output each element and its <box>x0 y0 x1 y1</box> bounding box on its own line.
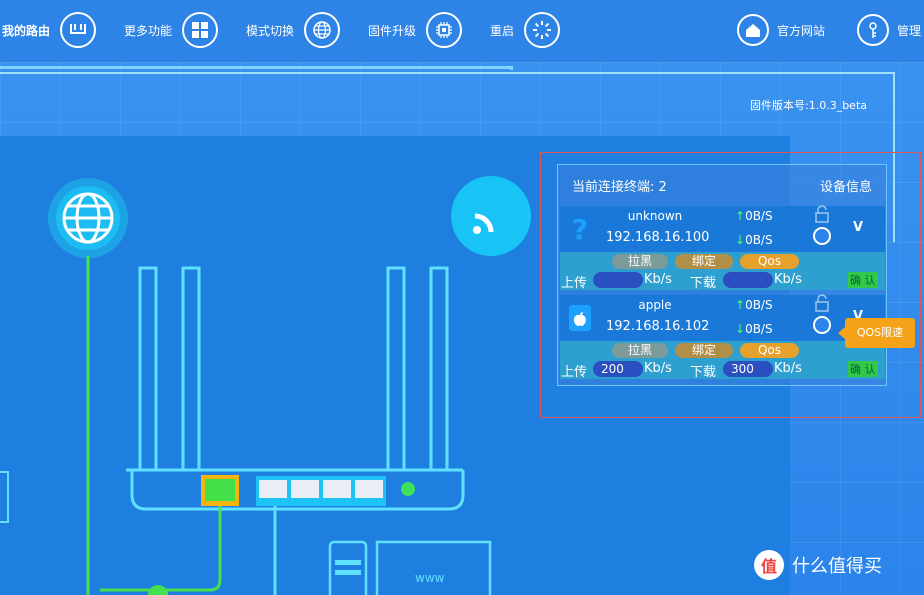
question-icon: ? <box>571 212 589 246</box>
unit-label: Kb/s <box>774 272 802 287</box>
upload-limit-input[interactable]: 200 <box>593 361 643 377</box>
arrow-up-icon: ↑ <box>735 298 746 312</box>
download-label: 下载 <box>690 365 717 380</box>
confirm-button[interactable]: 确 认 <box>848 272 878 288</box>
device-ip: 192.168.16.102 <box>606 319 710 334</box>
device-row: apple 192.168.16.102 ↑0B/S ↓0B/S V <box>560 293 885 341</box>
device-name: unknown <box>627 209 683 223</box>
qos-button[interactable]: Qos <box>740 343 799 358</box>
watermark-text: 什么值得买 <box>792 556 882 577</box>
www-label: www <box>415 571 445 585</box>
upload-speed: ↑0B/S <box>735 298 773 312</box>
upload-limit-input[interactable] <box>593 272 643 288</box>
unit-label: Kb/s <box>644 272 672 287</box>
arrow-down-icon: ↓ <box>735 233 746 247</box>
block-button[interactable]: 拉黑 <box>612 343 668 358</box>
bind-button[interactable]: 绑定 <box>675 254 733 269</box>
connected-count: 当前连接终端: 2 <box>572 180 667 195</box>
device-ip: 192.168.16.100 <box>606 230 710 245</box>
upload-speed: ↑0B/S <box>735 209 773 223</box>
unit-label: Kb/s <box>774 361 802 376</box>
arrow-down-icon: ↓ <box>735 322 746 336</box>
apple-icon <box>560 295 600 341</box>
upload-label: 上传 <box>561 276 588 291</box>
device-row: ? unknown 192.168.16.100 ↑0B/S ↓0B/S V <box>560 204 885 252</box>
arrow-up-icon: ↑ <box>735 209 746 223</box>
download-label: 下载 <box>690 276 717 291</box>
qos-tooltip: QOS限速 <box>838 318 915 348</box>
watermark-badge: 值 <box>754 550 784 580</box>
device-controls: 拉黑 绑定 Qos 上传 200 Kb/s 下载 300 Kb/s 确 认 <box>560 341 885 380</box>
block-button[interactable]: 拉黑 <box>612 254 668 269</box>
download-speed: ↓0B/S <box>735 233 773 247</box>
device-v-mark: V <box>853 220 864 235</box>
settings-ring-icon[interactable] <box>813 316 831 334</box>
upload-label: 上传 <box>561 365 588 380</box>
download-limit-input[interactable] <box>723 272 773 288</box>
device-name: apple <box>638 298 672 312</box>
lock-icon[interactable] <box>812 204 832 224</box>
device-info-link[interactable]: 设备信息 <box>820 176 872 195</box>
settings-ring-icon[interactable] <box>813 227 831 245</box>
bind-button[interactable]: 绑定 <box>675 343 733 358</box>
download-speed: ↓0B/S <box>735 322 773 336</box>
download-limit-input[interactable]: 300 <box>723 361 773 377</box>
qos-button[interactable]: Qos <box>740 254 799 269</box>
lock-icon[interactable] <box>812 293 832 313</box>
unit-label: Kb/s <box>644 361 672 376</box>
device-panel-header: 当前连接终端: 2 设备信息 <box>557 176 887 196</box>
device-controls: 拉黑 绑定 Qos 上传 Kb/s 下载 Kb/s 确 认 <box>560 252 885 291</box>
confirm-button[interactable]: 确 认 <box>848 361 878 377</box>
watermark: 值 什么值得买 <box>754 550 882 580</box>
